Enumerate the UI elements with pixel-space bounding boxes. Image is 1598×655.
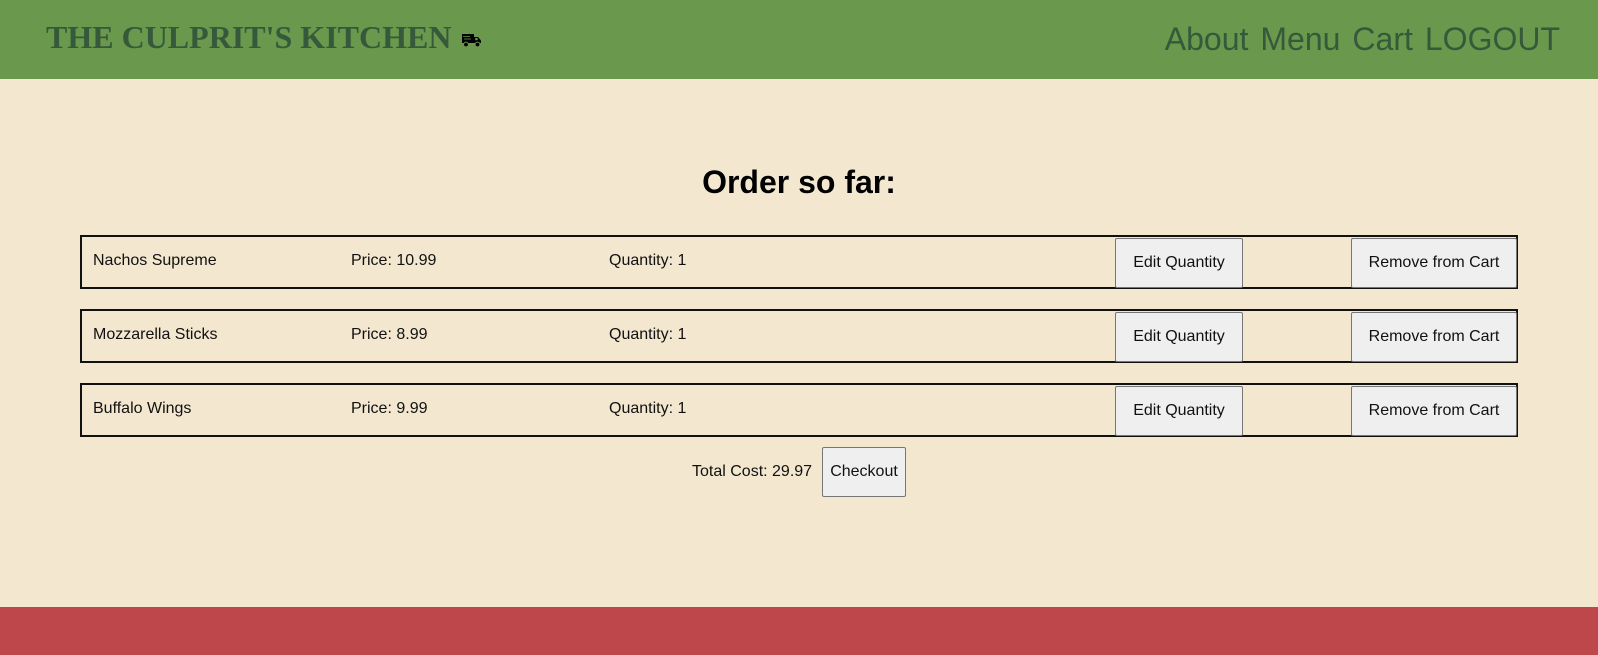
edit-quantity-button[interactable]: Edit Quantity — [1115, 312, 1243, 362]
item-price: Price: 8.99 — [351, 326, 428, 343]
remove-from-cart-button[interactable]: Remove from Cart — [1351, 238, 1517, 288]
item-quantity: Quantity: 1 — [609, 252, 687, 269]
total-cost: Total Cost: 29.97 — [692, 463, 813, 480]
remove-from-cart-button[interactable]: Remove from Cart — [1351, 386, 1517, 436]
item-name: Nachos Supreme — [93, 252, 217, 269]
item-price: Price: 10.99 — [351, 252, 437, 269]
page-title: Order so far: — [702, 164, 896, 200]
cart-item-row: Buffalo Wings Price: 9.99 Quantity: 1 Ed… — [80, 383, 1518, 437]
cart-item-row: Nachos Supreme Price: 10.99 Quantity: 1 … — [80, 235, 1518, 289]
nav-about-link[interactable]: About — [1165, 20, 1249, 58]
brand: THE CULPRIT'S KITCHEN — [46, 19, 482, 56]
delivery-truck-icon — [462, 33, 482, 47]
brand-title: THE CULPRIT'S KITCHEN — [46, 19, 452, 55]
nav-logout-link[interactable]: LOGOUT — [1425, 20, 1560, 58]
item-price: Price: 9.99 — [351, 400, 428, 417]
item-name: Mozzarella Sticks — [93, 326, 218, 343]
site-header: THE CULPRIT'S KITCHEN About Menu Cart LO… — [0, 0, 1598, 79]
item-quantity: Quantity: 1 — [609, 326, 687, 343]
item-name: Buffalo Wings — [93, 400, 192, 417]
item-quantity: Quantity: 1 — [609, 400, 687, 417]
checkout-button[interactable]: Checkout — [822, 447, 906, 497]
main-nav: About Menu Cart LOGOUT — [1165, 20, 1560, 58]
nav-menu-link[interactable]: Menu — [1260, 20, 1340, 58]
site-footer — [0, 607, 1598, 655]
edit-quantity-button[interactable]: Edit Quantity — [1115, 238, 1243, 288]
cart-item-row: Mozzarella Sticks Price: 8.99 Quantity: … — [80, 309, 1518, 363]
remove-from-cart-button[interactable]: Remove from Cart — [1351, 312, 1517, 362]
nav-cart-link[interactable]: Cart — [1352, 20, 1412, 58]
edit-quantity-button[interactable]: Edit Quantity — [1115, 386, 1243, 436]
